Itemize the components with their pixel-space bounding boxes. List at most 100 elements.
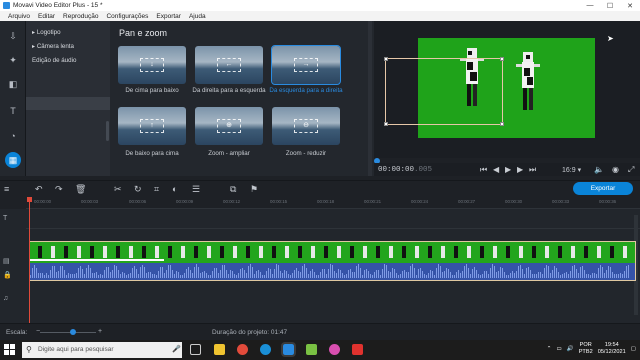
cut-icon[interactable]: ✂ <box>114 184 122 195</box>
microphone-icon[interactable]: 🎤 <box>172 345 181 353</box>
search-icon: ⚲ <box>26 345 32 354</box>
panel-scrollbar[interactable] <box>368 21 372 176</box>
taskbar-search-input[interactable]: ⚲ Digite aqui para pesquisar <box>22 342 182 358</box>
color-adjust-icon[interactable]: ◐ <box>172 184 177 194</box>
category-edicao-audio[interactable]: Edição de áudio <box>26 55 110 66</box>
waveform-bar <box>398 275 399 278</box>
waveform-bar <box>306 267 307 278</box>
windows-start-icon[interactable] <box>4 344 16 356</box>
fade-in-handle[interactable] <box>30 259 164 261</box>
zoom-in-plus-icon[interactable]: + <box>98 328 102 335</box>
volume-icon[interactable]: 🔈 <box>594 165 604 174</box>
add-track-icon[interactable]: ≡ <box>4 184 9 194</box>
playhead-marker[interactable] <box>27 197 32 202</box>
resize-handle[interactable] <box>500 57 504 61</box>
stickers-icon[interactable]: ◔ <box>5 128 21 144</box>
export-button[interactable]: Exportar <box>573 182 633 195</box>
menu-arquivo[interactable]: Arquivo <box>8 13 30 20</box>
category-selected-pan-zoom[interactable] <box>26 97 110 110</box>
titles-icon[interactable]: T <box>5 103 21 119</box>
audio-waveform[interactable] <box>29 263 636 281</box>
speaker-icon[interactable]: 🔊 <box>567 346 574 352</box>
waveform-bar <box>356 265 357 278</box>
clip-thumbnail-figure <box>77 246 81 258</box>
filters-icon[interactable]: ✦ <box>5 52 21 68</box>
skip-back-icon[interactable]: ⏮ <box>480 165 487 175</box>
clip-thumbnail-figure <box>558 246 562 258</box>
category-camera-lenta[interactable]: ▸ Câmera lenta <box>26 41 110 52</box>
movavi-taskbar-icon[interactable] <box>281 342 296 357</box>
zoom-in-icon: ⊕ <box>217 119 241 133</box>
play-icon[interactable]: ▶ <box>505 165 511 174</box>
menu-configuracoes[interactable]: Configurações <box>106 13 148 20</box>
resize-handle[interactable] <box>384 57 388 61</box>
menu-ajuda[interactable]: Ajuda <box>189 13 206 20</box>
stabilize-icon[interactable]: ⧉ <box>230 184 236 195</box>
waveform-bar <box>66 274 67 278</box>
rotate-icon[interactable]: ↻ <box>134 184 142 195</box>
crop-selection-frame[interactable] <box>384 57 504 126</box>
app-icon-red[interactable] <box>352 344 363 355</box>
minimize-button[interactable]: — <box>580 2 600 10</box>
task-view-icon[interactable] <box>190 344 201 355</box>
undo-icon[interactable]: ↶ <box>35 184 43 195</box>
language-indicator[interactable]: POR PTB2 <box>579 342 593 356</box>
taskbar-clock[interactable]: 19:54 05/12/2021 <box>598 342 626 356</box>
network-icon[interactable]: ▭ <box>556 346 561 352</box>
edge-icon[interactable] <box>260 344 271 355</box>
app-icon-green[interactable] <box>306 344 317 355</box>
clip-thumbnail-figure <box>298 246 302 258</box>
file-explorer-icon[interactable] <box>214 344 225 355</box>
waveform-bar <box>276 264 277 278</box>
track-lock-icon[interactable]: 🔒 <box>3 271 12 279</box>
next-frame-icon[interactable]: ▶ <box>517 165 523 174</box>
effect-tile-left-to-right[interactable]: → <box>271 45 341 85</box>
clip-properties-icon[interactable]: ☰ <box>192 184 200 195</box>
menu-editar[interactable]: Editar <box>38 13 55 20</box>
effect-tile-zoom-in[interactable]: ⊕ <box>195 107 263 145</box>
effect-tile-bottom-to-top[interactable]: ↑ <box>118 107 186 145</box>
crop-icon[interactable]: ⌗ <box>154 184 159 195</box>
snapshot-icon[interactable]: ◉ <box>612 165 619 174</box>
chrome-icon[interactable] <box>237 344 248 355</box>
menu-exportar[interactable]: Exportar <box>156 13 181 20</box>
more-tools-icon[interactable]: ▦ <box>5 152 21 168</box>
effect-tile-right-to-left[interactable]: ← <box>195 46 263 84</box>
waveform-bar <box>628 265 629 278</box>
import-icon[interactable]: ⇩ <box>5 28 21 44</box>
prev-frame-icon[interactable]: ◀ <box>493 165 499 174</box>
close-button[interactable]: ✕ <box>620 2 640 10</box>
clip-thumbnail-figure <box>584 246 588 258</box>
clip-thumbnail-figure <box>207 246 211 258</box>
waveform-bar <box>258 270 259 278</box>
marker-flag-icon[interactable]: ⚑ <box>250 184 258 195</box>
menu-reproducao[interactable]: Reprodução <box>63 13 98 20</box>
transitions-icon[interactable]: ◧ <box>5 76 21 92</box>
waveform-bar <box>430 270 431 278</box>
redo-icon[interactable]: ↷ <box>55 184 63 195</box>
waveform-bar <box>286 270 287 278</box>
waveform-bar <box>362 274 363 278</box>
waveform-bar <box>104 270 105 278</box>
fullscreen-icon[interactable]: ⤢ <box>628 165 634 175</box>
skip-forward-icon[interactable]: ⏭ <box>529 165 536 175</box>
waveform-bar <box>568 273 569 278</box>
resize-handle[interactable] <box>500 122 504 126</box>
resize-handle[interactable] <box>384 122 388 126</box>
category-logotipo[interactable]: ▸ Logotipo <box>26 27 110 38</box>
effect-tile-zoom-out[interactable]: ⊖ <box>272 107 340 145</box>
ruler-tick: 00:00:03 <box>81 199 99 204</box>
aspect-ratio-select[interactable]: 16:9 ▾ <box>562 166 581 174</box>
playhead[interactable] <box>29 197 30 323</box>
tray-chevron-icon[interactable]: ⌃ <box>547 346 552 352</box>
scale-slider-knob[interactable] <box>70 329 76 335</box>
category-scrollbar[interactable] <box>106 121 109 141</box>
effect-tile-top-to-bottom[interactable]: ↓ <box>118 46 186 84</box>
maximize-button[interactable]: ☐ <box>600 2 620 10</box>
notifications-icon[interactable]: ▢ <box>631 346 636 352</box>
timeline-ruler[interactable]: 00:00:00 00:00:03 00:00:06 00:00:09 00:0… <box>26 197 640 209</box>
waveform-bar <box>382 268 383 278</box>
delete-icon[interactable]: 🗑 <box>75 184 86 195</box>
scale-slider[interactable] <box>40 332 96 333</box>
app-icon-pink[interactable] <box>329 344 340 355</box>
